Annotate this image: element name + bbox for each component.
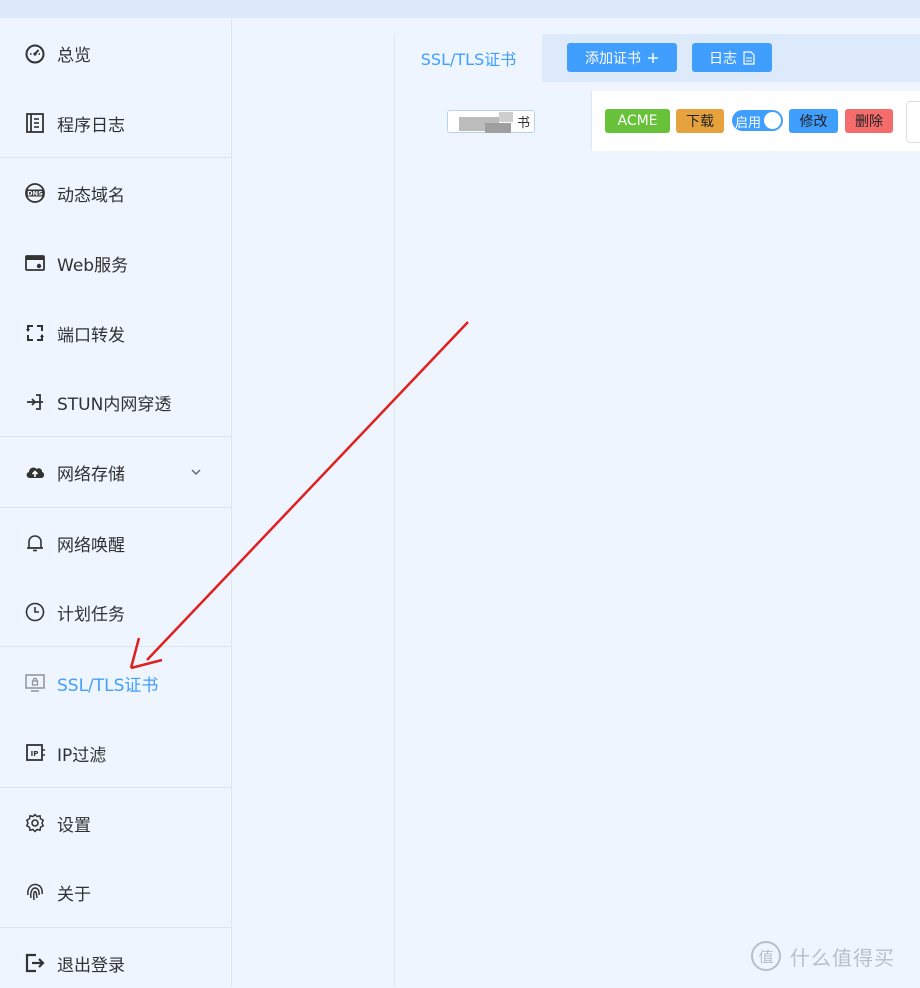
log-document-icon bbox=[24, 112, 46, 134]
cloud-upload-icon bbox=[24, 461, 46, 483]
sidebar-item-label: 总览 bbox=[57, 45, 91, 66]
watermark-text: 什么值得买 bbox=[790, 945, 895, 970]
log-label: 日志 bbox=[709, 50, 737, 67]
sidebar-item-label: 网络存储 bbox=[57, 464, 125, 485]
sidebar-item-port-forward[interactable]: 端口转发 bbox=[0, 308, 231, 358]
main-content bbox=[394, 34, 920, 986]
sidebar-item-about[interactable]: 关于 bbox=[0, 867, 231, 917]
logout-icon bbox=[24, 952, 46, 974]
sidebar-item-label: 网络唤醒 bbox=[57, 535, 125, 556]
dns-icon: DNS bbox=[24, 182, 46, 204]
sidebar-item-overview[interactable]: 总览 bbox=[0, 28, 231, 78]
top-bar bbox=[0, 0, 920, 18]
add-certificate-button[interactable]: 添加证书 bbox=[567, 43, 677, 72]
sidebar-divider bbox=[0, 436, 231, 437]
tab-ssl-tls[interactable]: SSL/TLS证书 bbox=[395, 34, 542, 82]
sidebar-item-label: Web服务 bbox=[57, 255, 129, 276]
fingerprint-icon bbox=[24, 881, 46, 903]
sidebar-item-label: STUN内网穿透 bbox=[57, 394, 172, 415]
svg-text:值: 值 bbox=[758, 948, 773, 966]
port-forward-icon bbox=[24, 322, 46, 344]
mosaic-redaction bbox=[499, 112, 513, 122]
enable-switch[interactable]: 启用 bbox=[732, 110, 783, 131]
sidebar-item-label: 设置 bbox=[57, 815, 91, 836]
watermark-logo-icon: 值 bbox=[751, 941, 781, 971]
sidebar-divider bbox=[0, 787, 231, 788]
row-extra-control[interactable] bbox=[906, 101, 920, 143]
sidebar-divider bbox=[0, 507, 231, 508]
download-button[interactable]: 下载 bbox=[676, 109, 724, 133]
sidebar-item-ddns[interactable]: DNS 动态域名 bbox=[0, 168, 231, 218]
sidebar-item-ssl-tls[interactable]: SSL/TLS证书 bbox=[0, 658, 231, 708]
switch-knob bbox=[764, 112, 781, 129]
sidebar-item-label: 动态域名 bbox=[57, 185, 125, 206]
plus-icon bbox=[648, 52, 658, 63]
sidebar-item-settings[interactable]: 设置 bbox=[0, 798, 231, 848]
sidebar-item-label: 端口转发 bbox=[57, 325, 125, 346]
sidebar-divider bbox=[0, 927, 231, 928]
bell-icon bbox=[24, 532, 46, 554]
sidebar-item-label: 计划任务 bbox=[57, 604, 125, 625]
sidebar-divider bbox=[0, 646, 231, 647]
sidebar-item-ip-filter[interactable]: IP IP过滤 bbox=[0, 728, 231, 778]
sidebar-item-label: 退出登录 bbox=[57, 955, 125, 976]
stun-icon bbox=[24, 391, 46, 413]
delete-button[interactable]: 删除 bbox=[845, 109, 893, 133]
clock-icon bbox=[24, 601, 46, 623]
edit-button[interactable]: 修改 bbox=[789, 109, 838, 133]
sidebar-item-label: IP过滤 bbox=[57, 745, 107, 766]
sidebar-divider bbox=[0, 157, 231, 158]
certificate-monitor-icon bbox=[24, 672, 46, 694]
sidebar-item-label: 关于 bbox=[57, 884, 91, 905]
sidebar-item-wake-on-lan[interactable]: 网络唤醒 bbox=[0, 518, 231, 568]
gear-icon bbox=[24, 812, 46, 834]
sidebar-item-program-log[interactable]: 程序日志 bbox=[0, 98, 231, 148]
add-certificate-label: 添加证书 bbox=[585, 50, 641, 67]
watermark: 值 什么值得买 bbox=[750, 940, 895, 972]
svg-text:IP: IP bbox=[31, 750, 39, 758]
dashboard-icon bbox=[24, 42, 46, 64]
sidebar-item-logout[interactable]: 退出登录 bbox=[0, 938, 231, 988]
acme-tag[interactable]: ACME bbox=[605, 109, 670, 133]
sidebar-item-stun[interactable]: STUN内网穿透 bbox=[0, 377, 231, 427]
document-icon bbox=[743, 50, 755, 65]
ip-filter-icon: IP bbox=[24, 742, 46, 764]
log-button[interactable]: 日志 bbox=[692, 43, 772, 72]
enable-switch-label: 启用 bbox=[735, 116, 762, 131]
sidebar-item-scheduled-tasks[interactable]: 计划任务 bbox=[0, 587, 231, 637]
sidebar-item-network-storage[interactable]: 网络存储 bbox=[0, 447, 231, 497]
web-window-icon bbox=[24, 252, 46, 274]
chevron-down-icon[interactable] bbox=[190, 466, 202, 478]
sidebar-item-web-service[interactable]: Web服务 bbox=[0, 238, 231, 288]
cert-name-suffix: 书 bbox=[517, 116, 531, 131]
mosaic-redaction bbox=[485, 123, 511, 133]
sidebar-item-label: 程序日志 bbox=[57, 115, 125, 136]
svg-text:DNS: DNS bbox=[27, 190, 43, 198]
sidebar-item-label: SSL/TLS证书 bbox=[57, 675, 159, 696]
